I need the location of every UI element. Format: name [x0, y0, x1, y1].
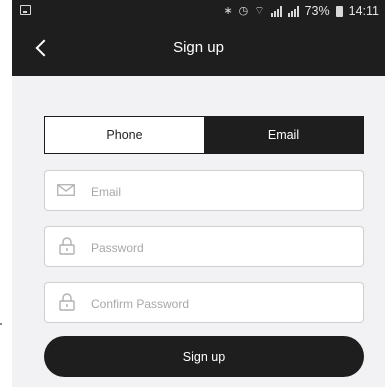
- alarm-icon: ◷: [238, 4, 249, 17]
- signal-icon: [270, 5, 282, 17]
- clock: 14:11: [348, 4, 379, 18]
- battery-icon: [335, 5, 343, 17]
- page-title: Sign up: [173, 39, 224, 56]
- status-icons: ∗ ◷ ⌔ 73% 14:11: [223, 3, 379, 19]
- signal-icon-2: [287, 5, 299, 17]
- password-field: [44, 226, 364, 268]
- notification-icon: [20, 5, 31, 15]
- signup-method-tabs: Phone Email: [44, 116, 364, 154]
- edge-dot: [0, 323, 2, 325]
- lock-icon: [59, 237, 75, 255]
- status-bar: ∗ ◷ ⌔ 73% 14:11: [12, 0, 385, 22]
- password-input[interactable]: [89, 227, 355, 268]
- bluetooth-icon: ∗: [223, 4, 233, 17]
- mail-icon: [57, 184, 75, 196]
- tab-phone[interactable]: Phone: [45, 117, 204, 153]
- sign-up-button[interactable]: Sign up: [44, 336, 364, 377]
- app-header: Sign up: [12, 22, 385, 76]
- wifi-icon: ⌔: [254, 4, 265, 17]
- battery-percent: 73%: [304, 4, 330, 18]
- tab-email[interactable]: Email: [204, 117, 363, 153]
- lock-icon: [59, 293, 75, 311]
- email-input[interactable]: [89, 171, 355, 212]
- confirm-password-input[interactable]: [89, 283, 355, 324]
- phone-screen: ∗ ◷ ⌔ 73% 14:11 Sign up Phone Email Emai…: [12, 0, 385, 387]
- email-field: [44, 170, 364, 212]
- confirm-password-field: [44, 282, 364, 324]
